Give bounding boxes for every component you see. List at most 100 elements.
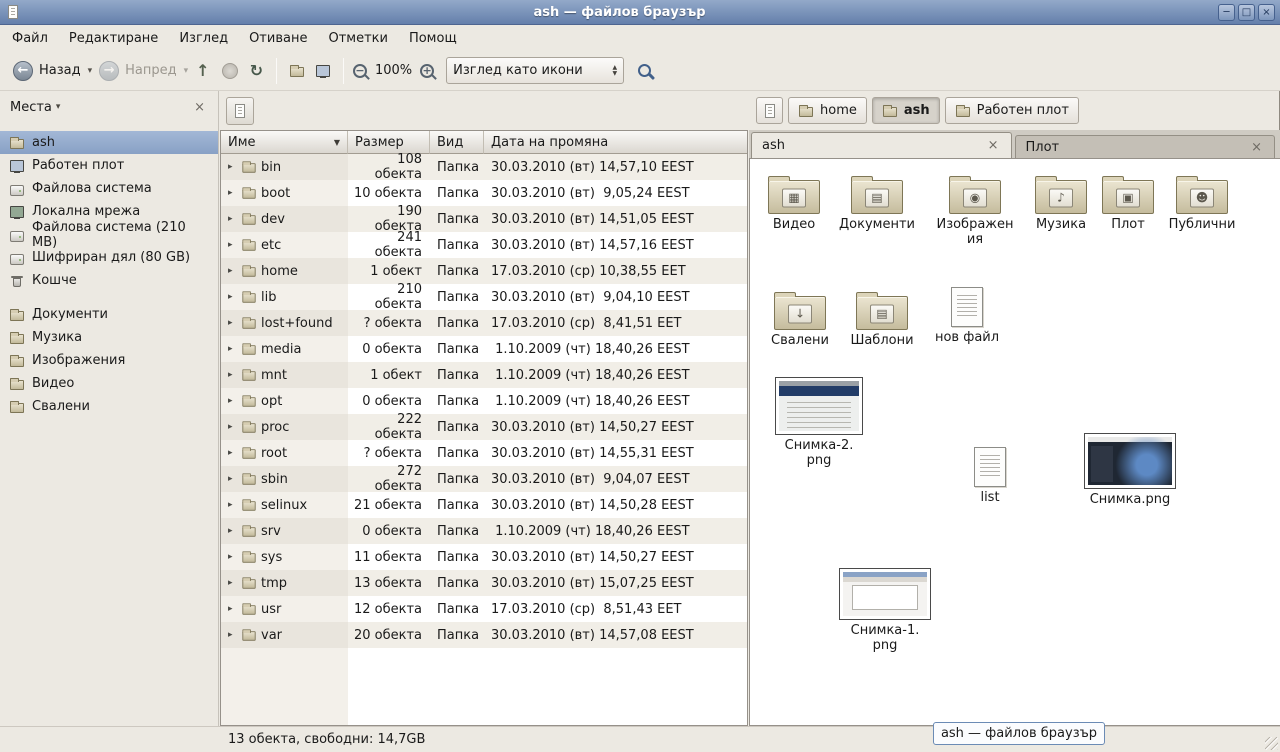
menu-item[interactable]: Редактиране bbox=[67, 29, 160, 48]
file-row[interactable]: ▸ sys 11 обекта Папка 30.03.2010 (вт) 14… bbox=[221, 544, 747, 570]
expander-icon[interactable]: ▸ bbox=[228, 422, 237, 432]
sidebar-item[interactable]: Изображения bbox=[0, 349, 218, 372]
sidebar-item[interactable]: Работен плот bbox=[0, 154, 218, 177]
expander-icon[interactable]: ▸ bbox=[228, 448, 237, 458]
expander-icon[interactable]: ▸ bbox=[228, 552, 237, 562]
sidebar-close-button[interactable]: × bbox=[191, 100, 208, 115]
file-row[interactable]: ▸ sbin 272 обекта Папка 30.03.2010 (вт) … bbox=[221, 466, 747, 492]
expander-icon[interactable]: ▸ bbox=[228, 240, 237, 250]
titlebar[interactable]: ash — файлов браузър ─ □ × bbox=[0, 0, 1280, 25]
icon-view-item[interactable]: ↓ Свалени bbox=[756, 289, 844, 348]
menu-item[interactable]: Изглед bbox=[177, 29, 230, 48]
file-row[interactable]: ▸ mnt 1 обект Папка 1.10.2009 (чт) 18,40… bbox=[221, 362, 747, 388]
home-button[interactable] bbox=[284, 59, 310, 83]
pathbar-button[interactable]: ash bbox=[872, 97, 940, 124]
caret-down-icon[interactable]: ▾ bbox=[56, 102, 61, 112]
icon-view-item[interactable]: list bbox=[946, 447, 1034, 505]
forward-history-dropdown-icon[interactable]: ▾ bbox=[182, 62, 191, 80]
sidebar-item[interactable]: Шифриран дял (80 GB) bbox=[0, 246, 218, 269]
tab[interactable]: Плот × bbox=[1015, 135, 1276, 158]
forward-button[interactable]: → Напред bbox=[94, 57, 181, 85]
file-row[interactable]: ▸ srv 0 обекта Папка 1.10.2009 (чт) 18,4… bbox=[221, 518, 747, 544]
file-row[interactable]: ▸ var 20 обекта Папка 30.03.2010 (вт) 14… bbox=[221, 622, 747, 648]
file-row[interactable]: ▸ media 0 обекта Папка 1.10.2009 (чт) 18… bbox=[221, 336, 747, 362]
sidebar-item[interactable]: Файлова система bbox=[0, 177, 218, 200]
file-row[interactable]: ▸ dev 190 обекта Папка 30.03.2010 (вт) 1… bbox=[221, 206, 747, 232]
up-button[interactable]: ↑ bbox=[190, 61, 215, 80]
menu-item[interactable]: Файл bbox=[10, 29, 50, 48]
expander-icon[interactable]: ▸ bbox=[228, 630, 237, 640]
expander-icon[interactable]: ▸ bbox=[228, 370, 237, 380]
icon-view-item[interactable]: нов файл bbox=[923, 287, 1011, 345]
computer-button[interactable] bbox=[310, 59, 336, 83]
column-header[interactable]: Име ▼ bbox=[221, 131, 348, 154]
file-row[interactable]: ▸ opt 0 обекта Папка 1.10.2009 (чт) 18,4… bbox=[221, 388, 747, 414]
icon-view-item[interactable]: ◉ Изображен ия bbox=[931, 173, 1019, 247]
menu-item[interactable]: Помощ bbox=[407, 29, 459, 48]
expander-icon[interactable]: ▸ bbox=[228, 604, 237, 614]
back-history-dropdown-icon[interactable]: ▾ bbox=[86, 62, 95, 80]
file-row[interactable]: ▸ tmp 13 обекта Папка 30.03.2010 (вт) 15… bbox=[221, 570, 747, 596]
places-label[interactable]: Места bbox=[10, 100, 52, 115]
expander-icon[interactable]: ▸ bbox=[228, 578, 237, 588]
location-toggle-button[interactable] bbox=[226, 97, 254, 125]
expander-icon[interactable]: ▸ bbox=[228, 188, 237, 198]
maximize-button[interactable]: □ bbox=[1238, 4, 1255, 21]
icon-view-item[interactable]: ▤ Документи bbox=[833, 173, 921, 232]
expander-icon[interactable]: ▸ bbox=[228, 214, 237, 224]
expander-icon[interactable]: ▸ bbox=[228, 318, 237, 328]
sidebar-item[interactable]: Свалени bbox=[0, 395, 218, 418]
file-row[interactable]: ▸ boot 10 обекта Папка 30.03.2010 (вт) 9… bbox=[221, 180, 747, 206]
expander-icon[interactable]: ▸ bbox=[228, 500, 237, 510]
file-row[interactable]: ▸ home 1 обект Папка 17.03.2010 (ср) 10,… bbox=[221, 258, 747, 284]
expander-icon[interactable]: ▸ bbox=[228, 526, 237, 536]
icon-view-item[interactable]: ▦ Видео bbox=[750, 173, 838, 232]
zoom-in-button[interactable]: + bbox=[420, 64, 434, 78]
icon-view-item[interactable]: Снимка-1. png bbox=[835, 568, 935, 653]
icon-view-item[interactable]: Снимка-2. png bbox=[771, 377, 867, 468]
icon-view-item[interactable]: Снимка.png bbox=[1080, 433, 1180, 507]
view-mode-select[interactable]: Изглед като икони ▲▼ bbox=[446, 57, 624, 84]
file-row[interactable]: ▸ root ? обекта Папка 30.03.2010 (вт) 14… bbox=[221, 440, 747, 466]
file-row[interactable]: ▸ usr 12 обекта Папка 17.03.2010 (ср) 8,… bbox=[221, 596, 747, 622]
file-row[interactable]: ▸ lib 210 обекта Папка 30.03.2010 (вт) 9… bbox=[221, 284, 747, 310]
close-button[interactable]: × bbox=[1258, 4, 1275, 21]
file-row[interactable]: ▸ proc 222 обекта Папка 30.03.2010 (вт) … bbox=[221, 414, 747, 440]
stop-button[interactable] bbox=[222, 63, 238, 79]
expander-icon[interactable]: ▸ bbox=[228, 266, 237, 276]
column-header[interactable]: Размер bbox=[348, 131, 430, 154]
back-button[interactable]: ← Назад bbox=[8, 57, 86, 85]
file-row[interactable]: ▸ selinux 21 обекта Папка 30.03.2010 (вт… bbox=[221, 492, 747, 518]
expander-icon[interactable]: ▸ bbox=[228, 162, 237, 172]
sidebar-item[interactable]: ash bbox=[0, 131, 218, 154]
menu-item[interactable]: Отметки bbox=[326, 29, 389, 48]
pathbar-button[interactable]: home bbox=[788, 97, 867, 124]
tab[interactable]: ash × bbox=[751, 132, 1012, 158]
taskbar-window-button[interactable]: ash — файлов браузър bbox=[933, 722, 1105, 745]
icon-view-item[interactable]: ☻ Публични bbox=[1158, 173, 1246, 232]
expander-icon[interactable]: ▸ bbox=[228, 292, 237, 302]
zoom-out-button[interactable]: − bbox=[353, 64, 367, 78]
expander-icon[interactable]: ▸ bbox=[228, 344, 237, 354]
expander-icon[interactable]: ▸ bbox=[228, 474, 237, 484]
menu-item[interactable]: Отиване bbox=[247, 29, 309, 48]
reload-button[interactable]: ↻ bbox=[244, 61, 269, 80]
file-row[interactable]: ▸ lost+found ? обекта Папка 17.03.2010 (… bbox=[221, 310, 747, 336]
minimize-button[interactable]: ─ bbox=[1218, 4, 1235, 21]
sidebar-item[interactable]: Музика bbox=[0, 326, 218, 349]
tab-close-icon[interactable]: × bbox=[1249, 141, 1264, 154]
resize-grip[interactable] bbox=[1265, 737, 1278, 750]
pathbar-button[interactable]: Работен плот bbox=[945, 97, 1079, 124]
pathbar-filesystem-button[interactable] bbox=[756, 97, 783, 124]
sidebar-item[interactable]: Кошче bbox=[0, 269, 218, 292]
icon-view-item[interactable]: ▤ Шаблони bbox=[838, 289, 926, 348]
column-header[interactable]: Дата на промяна bbox=[484, 131, 747, 154]
sidebar-item[interactable]: Видео bbox=[0, 372, 218, 395]
expander-icon[interactable]: ▸ bbox=[228, 396, 237, 406]
sidebar-item[interactable]: Документи bbox=[0, 303, 218, 326]
search-icon[interactable] bbox=[638, 64, 651, 77]
icon-view[interactable]: ▦ Видео ▤ Документи bbox=[749, 158, 1280, 726]
column-header[interactable]: Вид bbox=[430, 131, 484, 154]
sidebar-item[interactable]: Файлова система (210 MB) bbox=[0, 223, 218, 246]
file-row[interactable]: ▸ etc 241 обекта Папка 30.03.2010 (вт) 1… bbox=[221, 232, 747, 258]
